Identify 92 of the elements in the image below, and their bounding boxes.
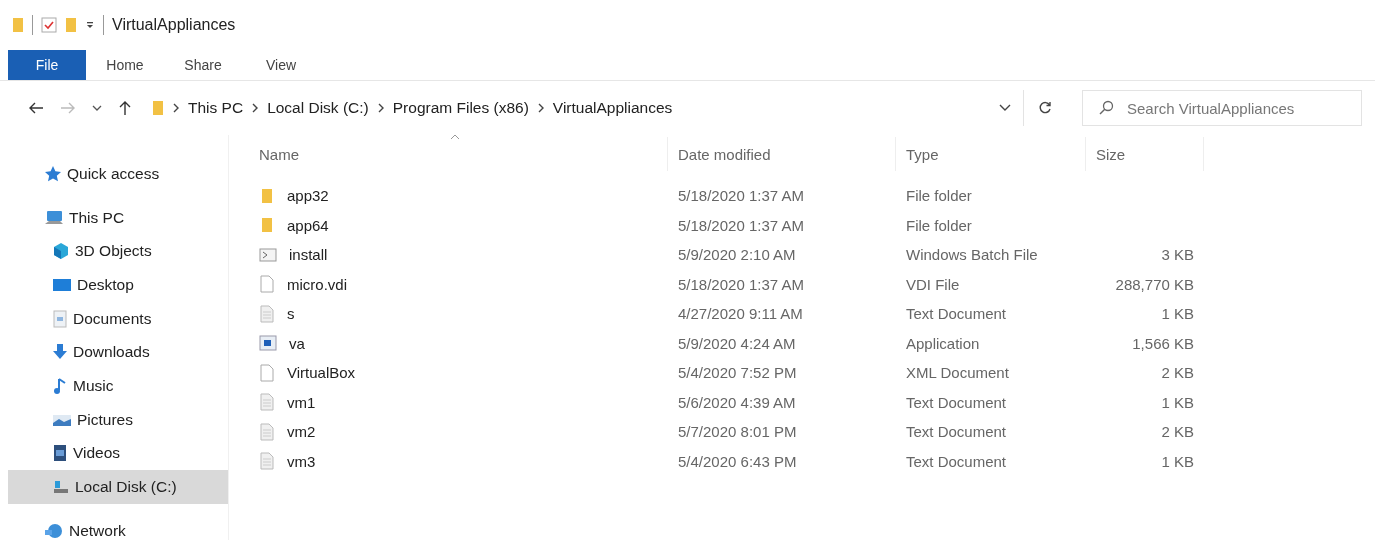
chevron-right-icon[interactable] <box>536 103 545 113</box>
table-cell-text: Windows Batch File <box>905 246 1039 264</box>
file-icon <box>259 363 275 382</box>
table-cell-text: File folder <box>905 216 973 234</box>
music-note-icon <box>52 376 68 395</box>
column-header[interactable]: Name <box>255 137 668 171</box>
file-name[interactable]: app64 <box>287 216 329 234</box>
nav-item[interactable]: Local Disk (C:) <box>8 470 228 504</box>
folder-icon <box>152 99 164 117</box>
table-cell: 1 KB <box>1161 452 1194 470</box>
properties-icon[interactable] <box>41 16 57 34</box>
nav-item[interactable]: Desktop <box>0 268 228 302</box>
ribbon-tab[interactable]: Home <box>86 50 164 80</box>
table-cell-text: Text Document <box>905 393 1008 411</box>
file-name[interactable]: app32 <box>287 187 329 205</box>
table-cell-text: Text Document <box>905 305 1008 323</box>
back-icon[interactable] <box>28 101 44 115</box>
table-cell-text: 5/18/2020 1:37 AM <box>677 187 805 205</box>
text-file-icon <box>259 304 275 323</box>
table-cell-text: 5/18/2020 1:37 AM <box>677 275 805 293</box>
refresh-icon <box>1037 100 1053 116</box>
nav-item[interactable]: 3D Objects <box>0 234 228 269</box>
nav-item[interactable]: Documents <box>0 301 228 336</box>
chevron-right-icon[interactable] <box>251 103 260 113</box>
chevron-down-icon[interactable] <box>92 104 102 112</box>
file-name[interactable]: va <box>289 334 305 352</box>
text-file-icon <box>259 422 275 441</box>
nav-item[interactable]: Quick access <box>0 157 228 191</box>
up-arrow-icon[interactable] <box>118 100 132 116</box>
folder-icon <box>259 186 275 205</box>
text-file-icon <box>259 452 275 471</box>
nav-item[interactable]: This PC <box>0 200 228 235</box>
table-cell-text: VDI File <box>905 275 961 293</box>
nav-item[interactable]: Downloads <box>0 335 228 370</box>
table-cell-text: 5/4/2020 6:43 PM <box>677 452 798 470</box>
file-name[interactable]: vm2 <box>287 423 316 441</box>
search-field[interactable]: Search VirtualAppliances <box>1082 90 1362 126</box>
table-cell: 1,566 KB <box>1132 334 1194 352</box>
table-cell-text: XML Document <box>905 364 1010 382</box>
chevron-right-icon[interactable] <box>376 103 385 113</box>
nav-item[interactable]: Pictures <box>0 402 228 437</box>
folder-icon <box>259 216 275 235</box>
table-cell-text: 4/27/2020 9:11 AM <box>677 305 804 323</box>
table-cell-text: 5/9/2020 4:24 AM <box>677 334 797 352</box>
chevron-down-icon[interactable] <box>999 104 1011 112</box>
table-cell-text: 5/4/2020 7:52 PM <box>677 364 798 382</box>
file-name[interactable]: install <box>289 246 328 264</box>
nav-item[interactable]: Network <box>0 513 228 540</box>
file-icon <box>259 275 275 294</box>
file-name[interactable]: micro.vdi <box>287 275 347 293</box>
batch-file-icon <box>259 245 277 264</box>
star-icon <box>44 164 62 183</box>
table-cell: 3 KB <box>1161 246 1194 264</box>
file-name[interactable]: s <box>287 305 295 323</box>
computer-icon <box>44 208 64 227</box>
column-header[interactable]: Date modified <box>668 137 896 171</box>
cube-icon <box>52 242 70 261</box>
table-cell-text: 5/7/2020 8:01 PM <box>677 423 798 441</box>
window-title: VirtualAppliances <box>112 16 236 34</box>
table-cell: 1 KB <box>1161 305 1194 323</box>
breadcrumb[interactable]: This PC <box>188 99 244 117</box>
table-cell-text: 5/18/2020 1:37 AM <box>677 216 805 234</box>
table-cell: 2 KB <box>1161 364 1194 382</box>
table-cell-text: Text Document <box>905 452 1008 470</box>
application-icon <box>259 334 277 353</box>
file-name[interactable]: VirtualBox <box>287 364 356 382</box>
address-bar[interactable]: This PC Local Disk (C:) Program Files (x86) VirtualAppliances <box>144 90 1024 126</box>
film-icon <box>52 444 68 463</box>
table-cell-text: Text Document <box>905 423 1008 441</box>
breadcrumb[interactable]: Local Disk (C:) <box>267 99 369 117</box>
table-cell: 1 KB <box>1161 393 1194 411</box>
chevron-right-icon[interactable] <box>172 103 180 113</box>
nav-item[interactable]: Videos <box>0 436 228 471</box>
table-cell-text: File folder <box>905 187 973 205</box>
breadcrumb[interactable]: VirtualAppliances <box>552 99 673 117</box>
file-name[interactable]: vm3 <box>287 452 316 470</box>
column-header[interactable]: Type <box>896 137 1086 171</box>
table-cell-text: Application <box>905 334 981 352</box>
table-cell-text: 5/6/2020 4:39 AM <box>677 393 797 411</box>
ribbon-tab[interactable]: File <box>8 50 86 80</box>
file-name[interactable]: vm1 <box>287 393 316 411</box>
table-cell: 288,770 KB <box>1115 275 1194 293</box>
ribbon-tab[interactable]: Share <box>164 50 242 80</box>
ribbon-tab[interactable]: View <box>242 50 320 80</box>
network-icon <box>44 521 64 540</box>
document-icon <box>52 309 68 328</box>
breadcrumb[interactable]: Program Files (x86) <box>392 99 529 117</box>
nav-item[interactable]: Music <box>0 369 228 403</box>
text-file-icon <box>259 393 275 412</box>
table-cell: 2 KB <box>1161 423 1194 441</box>
table-cell-text: 5/9/2020 2:10 AM <box>677 246 797 264</box>
column-header[interactable]: Size <box>1086 137 1204 171</box>
